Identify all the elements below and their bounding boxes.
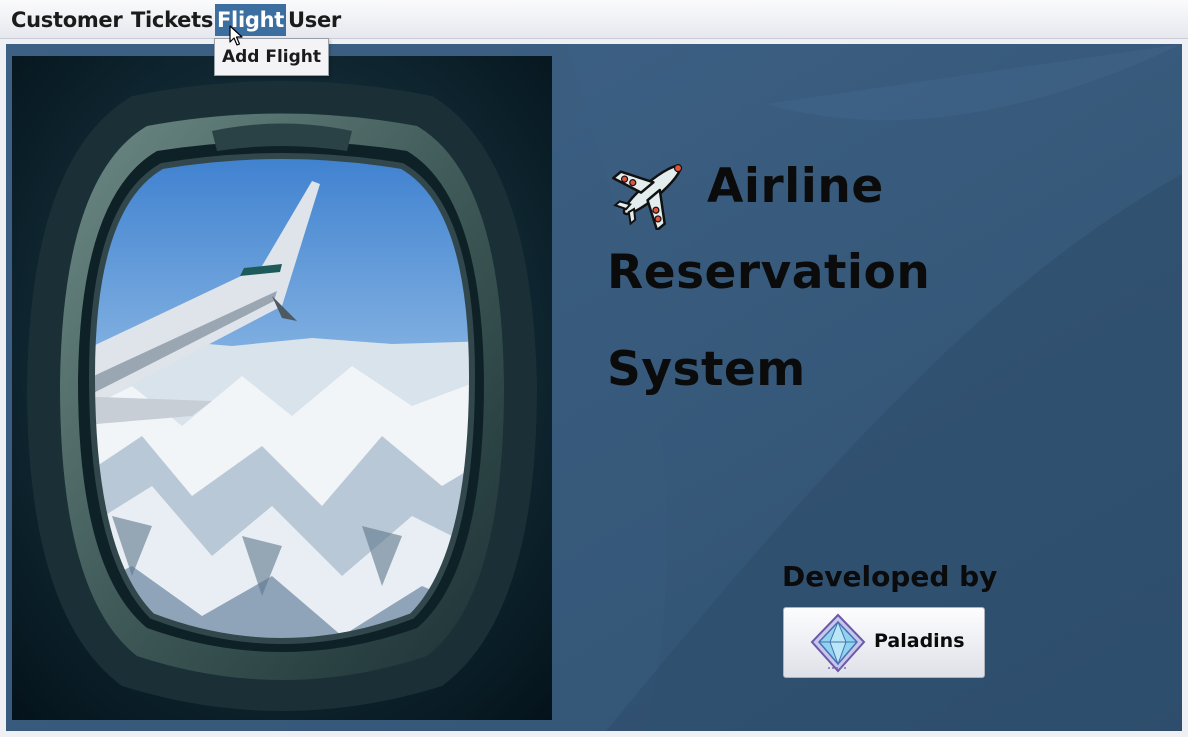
menu-tickets[interactable]: Tickets: [129, 4, 215, 36]
menu-customer[interactable]: Customer: [9, 4, 124, 36]
title-line-3: System: [607, 342, 806, 397]
mouse-cursor-icon: [229, 25, 243, 46]
airplane-window-image: [12, 56, 552, 720]
menu-bar: Customer Tickets Flight User: [0, 0, 1188, 39]
main-panel: Airline Reservation System Developed by …: [6, 44, 1182, 731]
menu-user[interactable]: User: [286, 4, 343, 36]
paladins-developer-badge[interactable]: Paladins: [783, 607, 985, 678]
developer-name: Paladins: [874, 630, 965, 652]
title-line-2: Reservation: [607, 245, 931, 300]
developed-by-label: Developed by: [782, 560, 998, 593]
title-line-1: Airline: [707, 159, 884, 214]
menu-flight[interactable]: Flight: [215, 4, 286, 36]
paladins-logo-icon: [810, 613, 866, 673]
airplane-icon: [612, 164, 683, 230]
